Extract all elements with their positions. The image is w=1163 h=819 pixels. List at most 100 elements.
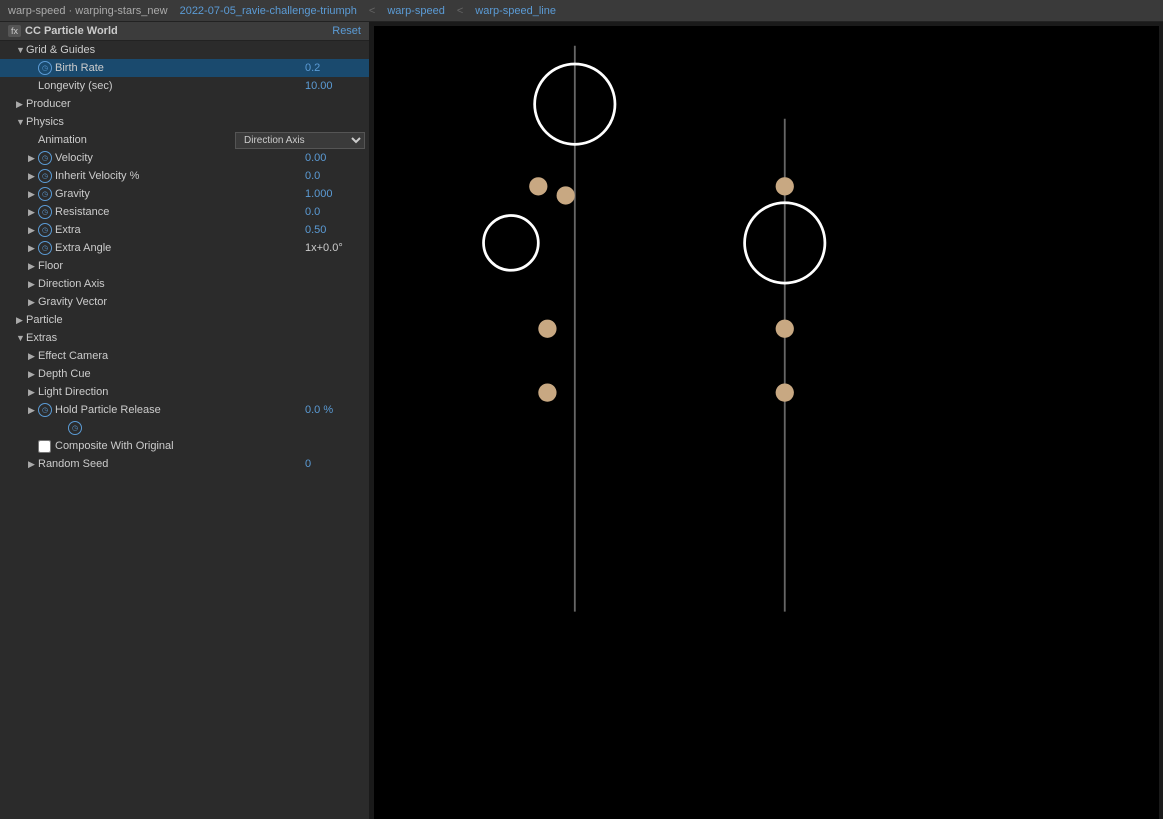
- sidebar-item-hold-particle[interactable]: ◷ Hold Particle Release 0.0 %: [0, 401, 369, 419]
- arrow-gravity: [28, 189, 38, 200]
- composite-checkbox[interactable]: [38, 440, 51, 453]
- sidebar-item-grid-guides[interactable]: Grid & Guides: [0, 41, 369, 59]
- arrow-direction-axis: [28, 279, 38, 290]
- sidebar-item-gravity[interactable]: ◷ Gravity 1.000: [0, 185, 369, 203]
- sidebar-item-physics[interactable]: Physics: [0, 113, 369, 131]
- arrow-velocity: [28, 153, 38, 164]
- value-resistance[interactable]: 0.0: [305, 206, 365, 218]
- label-birth-rate: Birth Rate: [55, 62, 305, 74]
- sidebar-item-animation[interactable]: Animation Direction Axis: [0, 131, 369, 149]
- sidebar-item-velocity[interactable]: ◷ Velocity 0.00: [0, 149, 369, 167]
- sep1: <: [369, 5, 375, 17]
- sidebar-item-extras[interactable]: Extras: [0, 329, 369, 347]
- stopwatch-icon-hold: ◷: [38, 403, 52, 417]
- label-composite: Composite With Original: [55, 440, 365, 452]
- arrow-extra-angle: [28, 243, 38, 254]
- fx-badge: fx: [8, 25, 21, 37]
- sidebar-item-producer[interactable]: Producer: [0, 95, 369, 113]
- label-physics: Physics: [26, 116, 365, 128]
- arrow-resistance: [28, 207, 38, 218]
- sidebar-item-extra-angle[interactable]: ◷ Extra Angle 1x+0.0°: [0, 239, 369, 257]
- label-extras: Extras: [26, 332, 365, 344]
- right-panel: 40.2% Full ⊞ ⊟ ◫ ▣ ⊕ 🎨 ± 📷 0:00:01:00 Dr…: [370, 22, 1163, 819]
- stopwatch-icon-standalone: ◷: [68, 421, 82, 435]
- stopwatch-icon-extra-angle: ◷: [38, 241, 52, 255]
- preview-svg: [374, 26, 1159, 819]
- label-effect-camera: Effect Camera: [38, 350, 365, 362]
- window-path: warp-speed · warping-stars_new: [8, 5, 168, 17]
- stopwatch-icon-inherit: ◷: [38, 169, 52, 183]
- label-floor: Floor: [38, 260, 365, 272]
- label-direction-axis: Direction Axis: [38, 278, 365, 290]
- sidebar-item-random-seed[interactable]: Random Seed 0: [0, 455, 369, 473]
- animation-dropdown[interactable]: Direction Axis: [235, 132, 365, 149]
- label-producer: Producer: [26, 98, 365, 110]
- main-layout: fx CC Particle World Reset Grid & Guides…: [0, 22, 1163, 819]
- arrow-extra: [28, 225, 38, 236]
- sidebar-item-extra[interactable]: ◷ Extra 0.50: [0, 221, 369, 239]
- panel-header-left: fx CC Particle World: [8, 25, 118, 37]
- sidebar-item-inherit-velocity[interactable]: ◷ Inherit Velocity % 0.0: [0, 167, 369, 185]
- reset-button[interactable]: Reset: [332, 25, 361, 37]
- arrow-physics: [16, 117, 26, 127]
- left-panel: fx CC Particle World Reset Grid & Guides…: [0, 22, 370, 819]
- arrow-hold-particle: [28, 405, 38, 416]
- label-light-direction: Light Direction: [38, 386, 365, 398]
- label-gravity: Gravity: [55, 188, 305, 200]
- label-depth-cue: Depth Cue: [38, 368, 365, 380]
- sidebar-item-particle[interactable]: Particle: [0, 311, 369, 329]
- sep2: <: [457, 5, 463, 17]
- sidebar-item-stopwatch-row: ◷: [0, 419, 369, 437]
- stopwatch-icon-birth: ◷: [38, 61, 52, 75]
- top-bar: warp-speed · warping-stars_new 2022-07-0…: [0, 0, 1163, 22]
- label-random-seed: Random Seed: [38, 458, 305, 470]
- arrow-depth-cue: [28, 369, 38, 380]
- sidebar-item-effect-camera[interactable]: Effect Camera: [0, 347, 369, 365]
- preview-canvas: [374, 26, 1159, 819]
- label-particle: Particle: [26, 314, 365, 326]
- arrow-producer: [16, 99, 26, 110]
- label-animation: Animation: [38, 134, 235, 146]
- sidebar-item-floor[interactable]: Floor: [0, 257, 369, 275]
- arrow-effect-camera: [28, 351, 38, 362]
- value-gravity[interactable]: 1.000: [305, 188, 365, 200]
- label-hold-particle: Hold Particle Release: [55, 404, 305, 416]
- value-random-seed[interactable]: 0: [305, 458, 365, 470]
- arrow-inherit-velocity: [28, 171, 38, 182]
- arrow-extras: [16, 333, 26, 343]
- sidebar-item-gravity-vector[interactable]: Gravity Vector: [0, 293, 369, 311]
- tab-composition[interactable]: 2022-07-05_ravie-challenge-triumph: [180, 5, 357, 17]
- tab-warp-speed[interactable]: warp-speed: [387, 5, 444, 17]
- sidebar-item-birth-rate[interactable]: ◷ Birth Rate 0.2: [0, 59, 369, 77]
- label-longevity: Longevity (sec): [38, 80, 305, 92]
- arrow-light-direction: [28, 387, 38, 398]
- panel-title: CC Particle World: [25, 25, 118, 37]
- sidebar-item-resistance[interactable]: ◷ Resistance 0.0: [0, 203, 369, 221]
- stopwatch-icon-velocity: ◷: [38, 151, 52, 165]
- value-hold-particle[interactable]: 0.0 %: [305, 404, 365, 416]
- value-inherit-velocity[interactable]: 0.0: [305, 170, 365, 182]
- arrow-random-seed: [28, 459, 38, 470]
- tab-warp-line[interactable]: warp-speed_line: [475, 5, 556, 17]
- value-extra[interactable]: 0.50: [305, 224, 365, 236]
- panel-header: fx CC Particle World Reset: [0, 22, 369, 41]
- arrow-grid-guides: [16, 45, 26, 55]
- label-extra: Extra: [55, 224, 305, 236]
- arrow-particle: [16, 315, 26, 326]
- label-extra-angle: Extra Angle: [55, 242, 305, 254]
- sidebar-item-longevity[interactable]: Longevity (sec) 10.00: [0, 77, 369, 95]
- value-extra-angle[interactable]: 1x+0.0°: [305, 242, 365, 254]
- sidebar-item-depth-cue[interactable]: Depth Cue: [0, 365, 369, 383]
- sidebar-item-direction-axis[interactable]: Direction Axis: [0, 275, 369, 293]
- sidebar-item-light-direction[interactable]: Light Direction: [0, 383, 369, 401]
- value-birth-rate[interactable]: 0.2: [305, 62, 365, 74]
- label-inherit-velocity: Inherit Velocity %: [55, 170, 305, 182]
- stopwatch-icon-resistance: ◷: [38, 205, 52, 219]
- value-longevity[interactable]: 10.00: [305, 80, 365, 92]
- label-resistance: Resistance: [55, 206, 305, 218]
- value-velocity[interactable]: 0.00: [305, 152, 365, 164]
- arrow-gravity-vector: [28, 297, 38, 308]
- stopwatch-icon-extra: ◷: [38, 223, 52, 237]
- stopwatch-icon-gravity: ◷: [38, 187, 52, 201]
- sidebar-item-composite[interactable]: Composite With Original: [0, 437, 369, 455]
